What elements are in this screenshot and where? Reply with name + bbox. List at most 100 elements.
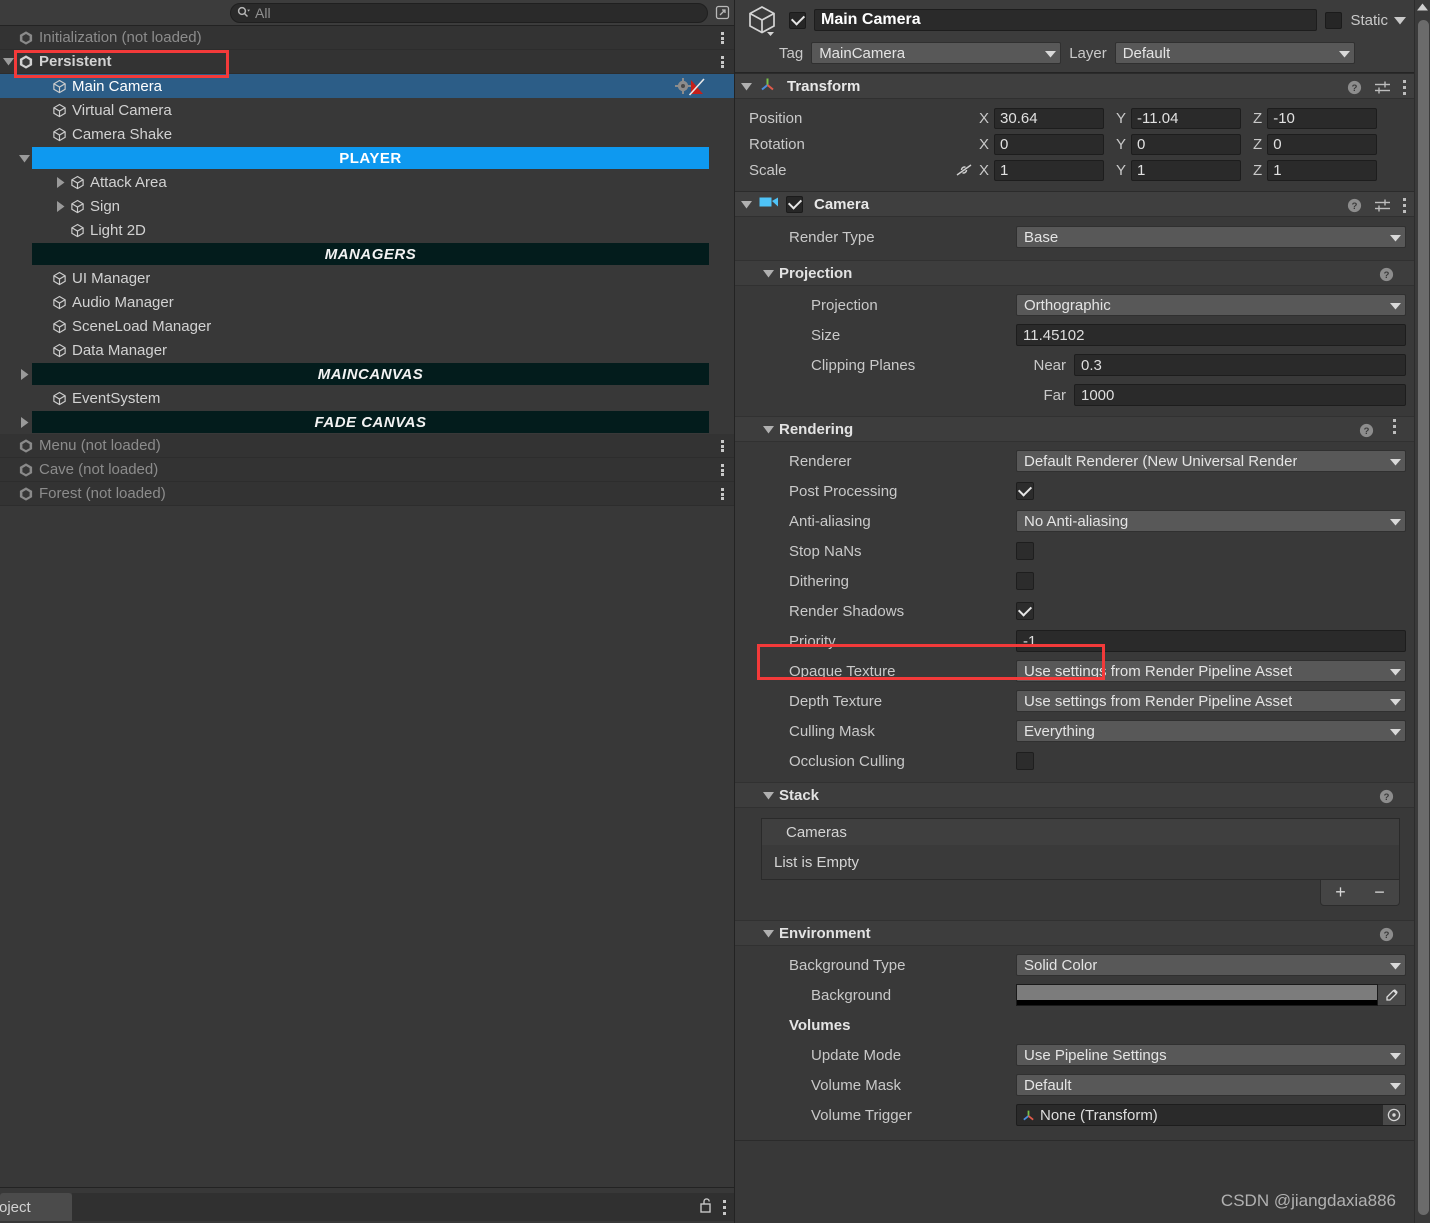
preset-icon[interactable] <box>1374 80 1391 95</box>
dithering-checkbox[interactable] <box>1016 572 1034 590</box>
foldout-arrow-icon[interactable] <box>763 925 774 942</box>
tag-dropdown[interactable]: MainCamera <box>811 42 1062 64</box>
scene-menu-icon[interactable] <box>721 26 724 50</box>
foldout-arrow-icon[interactable] <box>741 78 752 95</box>
hierarchy-gameobject-row[interactable]: Main Camera <box>0 74 734 98</box>
camera-enabled-checkbox[interactable] <box>786 195 803 213</box>
anti-aliasing-dropdown[interactable]: No Anti-aliasing <box>1016 510 1406 532</box>
foldout-arrow-icon[interactable] <box>763 421 774 438</box>
foldout-arrow-icon[interactable] <box>763 265 774 282</box>
scene-menu-icon[interactable] <box>721 458 724 482</box>
gameobject-name-field[interactable]: Main Camera <box>814 9 1318 31</box>
rotation-z-field[interactable]: 0 <box>1267 133 1378 155</box>
volume-mask-dropdown[interactable]: Default <box>1016 1074 1406 1096</box>
layer-dropdown[interactable]: Default <box>1114 42 1355 64</box>
open-in-new-window-icon[interactable] <box>712 3 732 23</box>
position-y-field[interactable]: -11.04 <box>1131 107 1242 129</box>
hierarchy-gameobject-row[interactable]: Sign <box>0 194 734 218</box>
transform-component-header[interactable]: Transform ? <box>735 73 1414 99</box>
foldout-arrow-icon[interactable] <box>52 194 68 218</box>
inspector-scrollbar[interactable] <box>1414 0 1430 1223</box>
hierarchy-scene-row[interactable]: Initialization (not loaded) <box>0 26 734 50</box>
size-field[interactable]: 11.45102 <box>1016 324 1406 346</box>
rendering-foldout-header[interactable]: Rendering ? <box>735 416 1414 442</box>
scale-x-field[interactable]: 1 <box>994 159 1105 181</box>
foldout-arrow-icon[interactable] <box>741 196 752 213</box>
far-field[interactable]: 1000 <box>1074 384 1406 406</box>
foldout-arrow-icon[interactable] <box>16 146 32 170</box>
render-type-dropdown[interactable]: Base <box>1016 226 1406 248</box>
hierarchy-gameobject-row[interactable]: Audio Manager <box>0 290 734 314</box>
hierarchy-scene-row[interactable]: Cave (not loaded) <box>0 458 734 482</box>
scroll-up-arrow-icon[interactable] <box>1415 0 1430 14</box>
help-icon[interactable]: ? <box>1379 261 1394 287</box>
camera-component-header[interactable]: Camera ? <box>735 191 1414 217</box>
hierarchy-gameobject-row[interactable]: Camera Shake <box>0 122 734 146</box>
position-z-field[interactable]: -10 <box>1267 107 1378 129</box>
object-picker-icon[interactable] <box>1383 1105 1405 1125</box>
hierarchy-tree[interactable]: Initialization (not loaded) Persistent Mai… <box>0 26 734 1187</box>
hierarchy-gameobject-row[interactable]: Virtual Camera <box>0 98 734 122</box>
gameobject-enabled-checkbox[interactable] <box>789 11 806 29</box>
environment-foldout-header[interactable]: Environment ? <box>735 920 1414 946</box>
projection-dropdown[interactable]: Orthographic <box>1016 294 1406 316</box>
background-color-field[interactable] <box>1016 984 1406 1006</box>
foldout-arrow-icon[interactable] <box>16 410 32 434</box>
help-icon[interactable]: ? <box>1347 198 1362 213</box>
static-dropdown-caret-icon[interactable] <box>1394 12 1406 29</box>
hierarchy-scene-row[interactable]: Persistent <box>0 50 734 74</box>
stack-foldout-header[interactable]: Stack ? <box>735 782 1414 808</box>
rotation-y-field[interactable]: 0 <box>1131 133 1242 155</box>
hierarchy-gameobject-row[interactable]: SceneLoad Manager <box>0 314 734 338</box>
render-shadows-checkbox[interactable] <box>1016 602 1034 620</box>
scale-z-field[interactable]: 1 <box>1267 159 1378 181</box>
remove-camera-button[interactable]: − <box>1374 882 1385 903</box>
help-icon[interactable]: ? <box>1379 921 1394 947</box>
hierarchy-gameobject-row[interactable]: Data Manager <box>0 338 734 362</box>
add-camera-button[interactable]: + <box>1335 882 1346 903</box>
hierarchy-gameobject-row[interactable]: Attack Area <box>0 170 734 194</box>
constrain-proportions-off-icon[interactable] <box>949 163 979 177</box>
eyedropper-icon[interactable] <box>1378 984 1406 1006</box>
static-checkbox[interactable] <box>1325 11 1343 29</box>
culling-mask-dropdown[interactable]: Everything <box>1016 720 1406 742</box>
hierarchy-gameobject-row[interactable]: Light 2D <box>0 218 734 242</box>
tab-project[interactable]: roject <box>0 1193 72 1221</box>
hierarchy-gameobject-row[interactable]: EventSystem <box>0 386 734 410</box>
hierarchy-banner-row[interactable]: MANAGERS <box>0 242 734 266</box>
scene-menu-icon[interactable] <box>721 482 724 506</box>
help-icon[interactable]: ? <box>1379 783 1394 809</box>
scrollbar-thumb[interactable] <box>1418 20 1429 1215</box>
help-icon[interactable]: ? <box>1347 80 1362 95</box>
foldout-arrow-icon[interactable] <box>763 787 774 804</box>
foldout-arrow-icon[interactable] <box>16 362 32 386</box>
renderer-dropdown[interactable]: Default Renderer (New Universal Render <box>1016 450 1406 472</box>
component-menu-icon[interactable] <box>1403 196 1406 214</box>
rendering-menu-icon[interactable] <box>1393 417 1396 443</box>
rotation-x-field[interactable]: 0 <box>994 133 1105 155</box>
hierarchy-gameobject-row[interactable]: UI Manager <box>0 266 734 290</box>
foldout-arrow-icon[interactable] <box>52 170 68 194</box>
projection-foldout-header[interactable]: Projection ? <box>735 260 1414 286</box>
scale-y-field[interactable]: 1 <box>1131 159 1242 181</box>
position-x-field[interactable]: 30.64 <box>994 107 1105 129</box>
update-mode-dropdown[interactable]: Use Pipeline Settings <box>1016 1044 1406 1066</box>
post-processing-checkbox[interactable] <box>1016 482 1034 500</box>
hierarchy-banner-row[interactable]: FADE CANVAS <box>0 410 734 434</box>
scene-menu-icon[interactable] <box>721 434 724 458</box>
occlusion-culling-checkbox[interactable] <box>1016 752 1034 770</box>
lock-open-icon[interactable] <box>699 1197 713 1217</box>
hierarchy-scene-row[interactable]: Forest (not loaded) <box>0 482 734 506</box>
opaque-texture-dropdown[interactable]: Use settings from Render Pipeline Asset <box>1016 660 1406 682</box>
stop-nans-checkbox[interactable] <box>1016 542 1034 560</box>
hierarchy-banner-row[interactable]: PLAYER <box>0 146 734 170</box>
component-menu-icon[interactable] <box>1403 78 1406 96</box>
hierarchy-scene-row[interactable]: Menu (not loaded) <box>0 434 734 458</box>
scene-menu-icon[interactable] <box>721 50 724 74</box>
background-color-swatch[interactable] <box>1016 984 1378 1006</box>
help-icon[interactable]: ? <box>1359 417 1374 443</box>
hierarchy-banner-row[interactable]: MAINCANVAS <box>0 362 734 386</box>
depth-texture-dropdown[interactable]: Use settings from Render Pipeline Asset <box>1016 690 1406 712</box>
priority-field[interactable]: -1 <box>1016 630 1406 652</box>
search-input[interactable]: All <box>230 2 708 23</box>
